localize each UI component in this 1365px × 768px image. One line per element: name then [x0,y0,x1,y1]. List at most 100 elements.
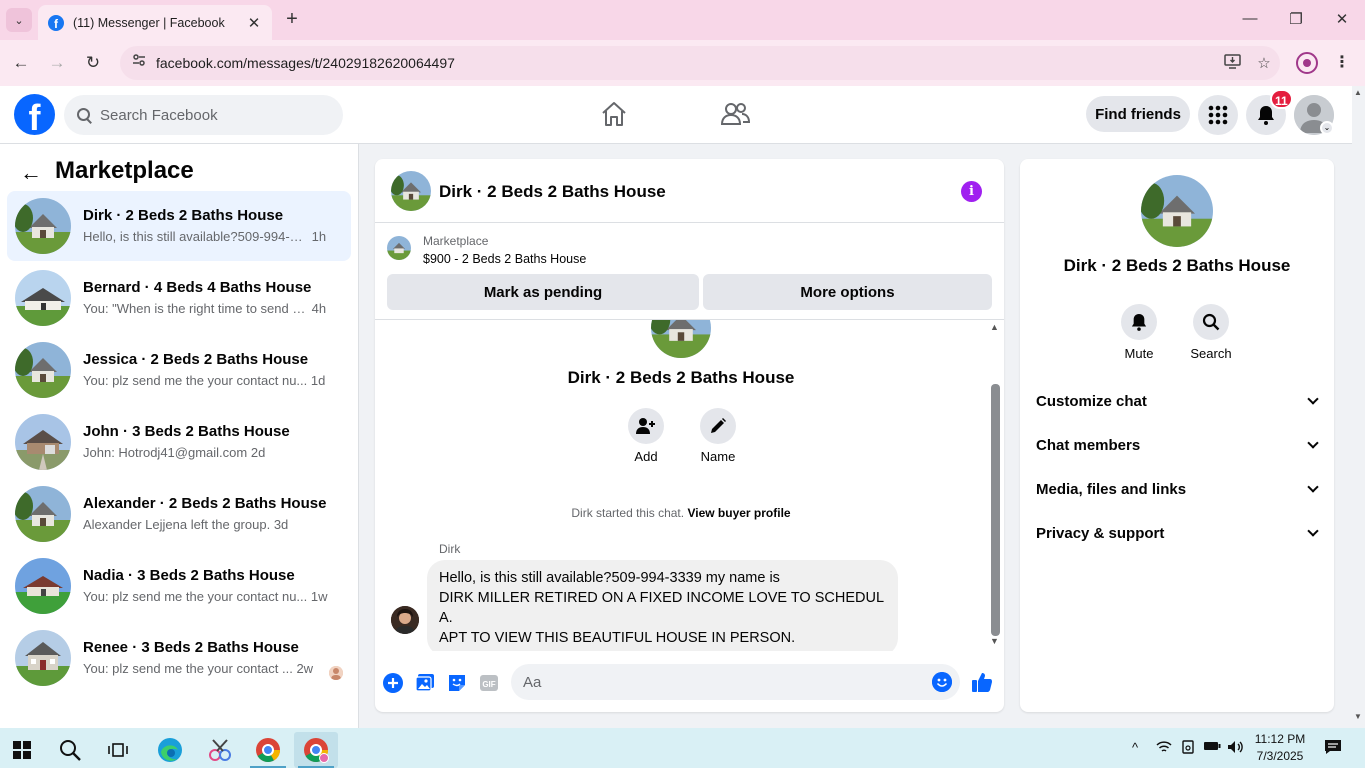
message-line: DIRK MILLER RETIRED ON A FIXED INCOME LO… [439,590,884,626]
restore-icon[interactable]: ❐ [1286,10,1306,28]
find-friends-button[interactable]: Find friends [1086,96,1190,132]
close-window-icon[interactable]: ✕ [1332,10,1352,28]
thumbs-up-icon[interactable] [970,670,994,694]
conversation-name: Dirk · 2 Beds 2 Baths House [83,207,284,224]
view-buyer-profile-link[interactable]: View buyer profile [687,506,790,520]
conversation-name: Alexander · 2 Beds 2 Baths House [83,495,327,512]
message-input[interactable] [523,673,903,691]
gif-icon[interactable]: GIF [478,672,500,694]
system-clock[interactable]: 11:12 PM 7/3/2025 [1248,731,1312,765]
media-files-links-section[interactable]: Media, files and links [1028,469,1326,509]
chrome-profile-icon[interactable] [294,732,338,768]
add-person-icon [628,408,664,444]
search-icon[interactable] [48,732,92,768]
chat-avatar[interactable] [391,171,431,211]
facebook-header: f Find friends 11 ⌄ [0,86,1352,144]
message-input-wrapper[interactable] [511,664,960,700]
tray-overflow-icon[interactable]: ^ [1132,740,1138,755]
section-label: Chat members [1036,436,1141,454]
task-view-icon[interactable] [96,732,140,768]
section-label: Customize chat [1036,392,1147,410]
conversation-name: Renee · 3 Beds 2 Baths House [83,639,299,656]
conversation-item[interactable]: John · 3 Beds 2 Baths House John: Hotrod… [7,407,351,477]
tab-close-icon[interactable]: ✕ [246,14,262,32]
site-info-icon[interactable] [128,52,150,74]
add-people-button[interactable]: Add [616,408,676,464]
conversation-name: Bernard · 4 Beds 4 Baths House [83,279,312,296]
url-text[interactable]: facebook.com/messages/t/2402918262006449… [156,55,1216,71]
clock-date: 7/3/2025 [1256,749,1304,763]
conversation-item[interactable]: Nadia · 3 Beds 2 Baths House You: plz se… [7,551,351,621]
chat-started-notice: Dirk started this chat. View buyer profi… [375,506,987,520]
customize-chat-section[interactable]: Customize chat [1028,381,1326,421]
more-options-button[interactable]: More options [703,274,992,310]
conversation-preview: Alexander Lejjena left the group. 3d [83,517,289,532]
privacy-support-section[interactable]: Privacy & support [1028,513,1326,553]
conversation-item[interactable]: Jessica · 2 Beds 2 Baths House You: plz … [7,335,351,405]
chrome-icon[interactable] [246,732,290,768]
listing-thumbnail[interactable] [387,236,411,260]
conversation-item[interactable]: Renee · 3 Beds 2 Baths House You: plz se… [7,623,351,693]
search-input[interactable] [100,106,320,124]
install-app-icon[interactable] [1216,53,1248,73]
chat-scrollbar[interactable]: ▲ ▼ [987,320,1004,651]
edge-browser-icon[interactable] [148,732,192,768]
browser-tab-strip: ⌄ f (11) Messenger | Facebook ✕ + — ❐ ✕ [0,0,1365,40]
address-bar[interactable]: facebook.com/messages/t/2402918262006449… [120,46,1280,80]
plus-circle-icon[interactable] [382,672,404,694]
house-thumbnail [15,558,71,614]
chevron-down-icon[interactable]: ⌄ [1320,121,1334,135]
back-arrow-icon[interactable]: ← [20,160,44,186]
conversation-item[interactable]: Dirk · 2 Beds 2 Baths House Hello, is th… [7,191,351,261]
network-icon[interactable] [1156,740,1172,757]
windows-start-icon[interactable] [0,732,44,768]
add-label: Add [634,449,658,464]
details-avatar[interactable] [1141,175,1213,247]
friends-icon[interactable] [720,100,751,130]
photo-icon[interactable] [414,672,436,694]
mark-as-pending-button[interactable]: Mark as pending [387,274,699,310]
bookmark-star-icon[interactable]: ☆ [1248,54,1280,72]
conversation-item[interactable]: Alexander · 2 Beds 2 Baths House Alexand… [7,479,351,549]
chevron-down-icon [1308,528,1318,538]
group-avatar [651,320,711,358]
volume-icon[interactable] [1227,740,1245,757]
message-bubble[interactable]: Hello, is this still available?509-994-3… [427,560,898,651]
battery-icon[interactable] [1203,740,1221,755]
listing-summary[interactable]: $900 - 2 Beds 2 Baths House [423,252,586,266]
chat-title[interactable]: Dirk · 2 Beds 2 Baths House [439,182,666,202]
browser-tab-active[interactable]: f (11) Messenger | Facebook ✕ [38,5,272,40]
scrollbar-thumb[interactable] [991,384,1000,636]
page-scrollbar[interactable]: ▲ ▼ [1352,86,1365,728]
browser-profile-icon[interactable] [1296,52,1318,74]
mute-button[interactable]: Mute [1109,304,1169,361]
sender-avatar[interactable] [391,606,419,634]
sticker-icon[interactable] [446,672,468,694]
reload-icon[interactable]: ↻ [81,51,105,75]
search-in-chat-button[interactable]: Search [1181,304,1241,361]
tab-search-chevron-icon[interactable]: ⌄ [6,8,32,32]
emoji-icon[interactable] [932,672,952,692]
conversation-name: John · 3 Beds 2 Baths House [83,423,290,440]
home-icon[interactable] [600,100,630,130]
message-composer: GIF [375,659,1004,707]
info-icon[interactable]: i [961,181,982,202]
menu-grid-icon[interactable] [1198,95,1238,135]
facebook-logo-icon[interactable]: f [14,94,55,135]
conversation-item[interactable]: Bernard · 4 Beds 4 Baths House You: "Whe… [7,263,351,333]
snipping-tool-icon[interactable] [198,732,242,768]
chat-members-section[interactable]: Chat members [1028,425,1326,465]
device-icon[interactable] [1181,740,1195,757]
facebook-search[interactable] [64,95,343,135]
tab-title: (11) Messenger | Facebook [73,15,225,30]
edit-name-button[interactable]: Name [688,408,748,464]
notification-center-icon[interactable] [1324,739,1342,758]
minimize-icon[interactable]: — [1240,10,1260,27]
browser-menu-icon[interactable]: ⋮ [1332,52,1352,74]
new-tab-plus-icon[interactable]: + [281,8,303,32]
started-text: Dirk started this chat. [571,506,685,520]
bell-icon [1121,304,1157,340]
forward-arrow-icon[interactable]: → [45,51,69,75]
back-arrow-icon[interactable]: ← [9,51,33,75]
search-icon [76,107,92,123]
